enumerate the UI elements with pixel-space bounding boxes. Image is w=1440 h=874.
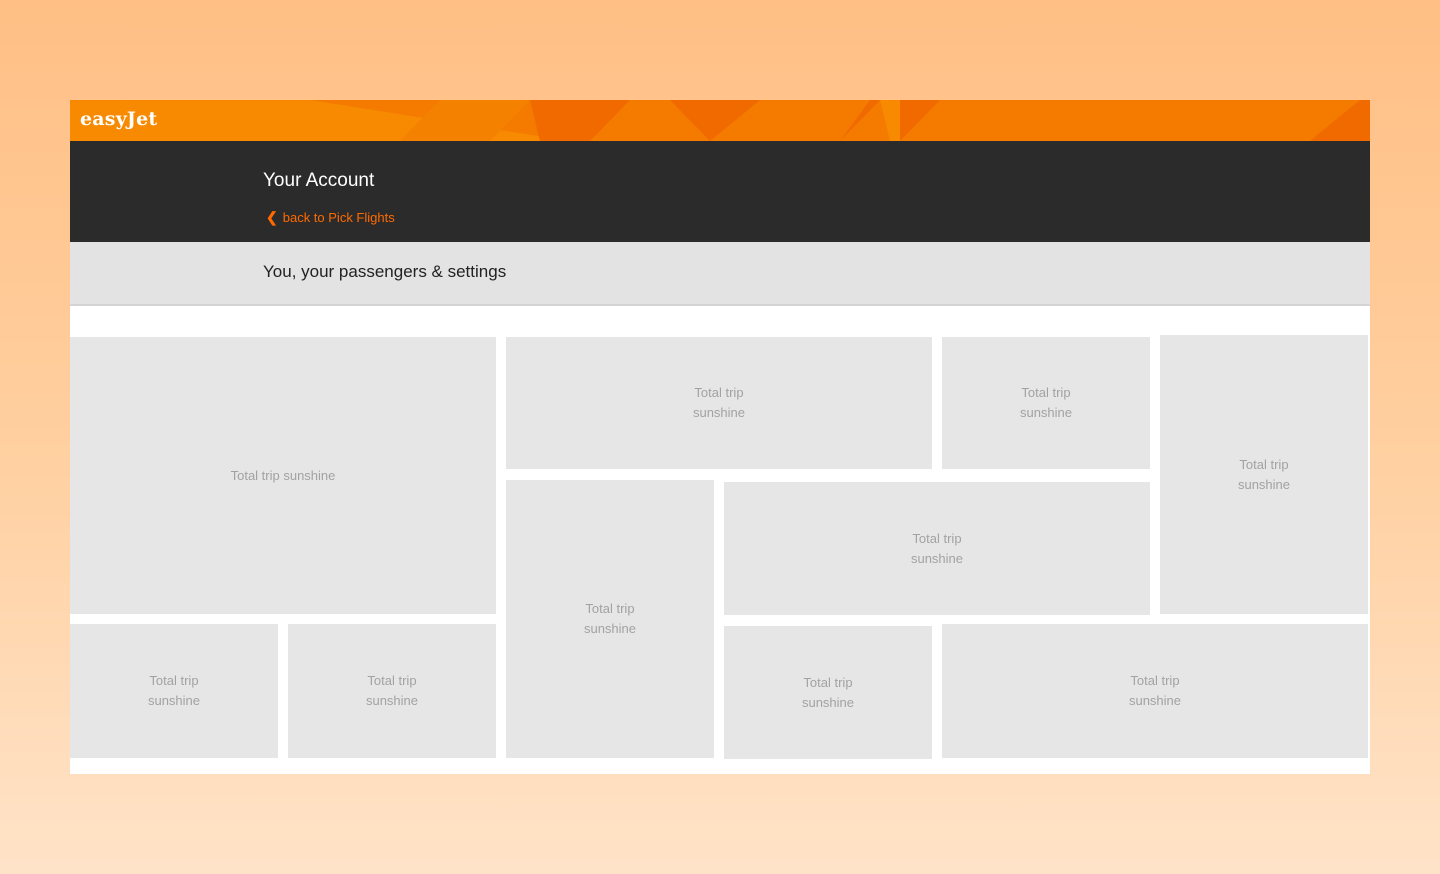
- tile-label: Total trip sunshine: [1019, 385, 1073, 420]
- tile[interactable]: Total trip sunshine: [942, 624, 1368, 758]
- tile[interactable]: Total trip sunshine: [724, 626, 932, 759]
- tile[interactable]: Total trip sunshine: [724, 482, 1150, 615]
- back-link[interactable]: ❮ back to Pick Flights: [266, 209, 395, 226]
- account-header: Your Account ❮ back to Pick Flights: [70, 141, 1370, 242]
- tile[interactable]: Total trip sunshine: [288, 624, 496, 758]
- tile[interactable]: Total trip sunshine: [506, 480, 714, 758]
- tile[interactable]: Total trip sunshine: [70, 337, 496, 614]
- easyjet-logo[interactable]: easyJet: [80, 108, 157, 130]
- tile-label: Total trip sunshine: [692, 385, 746, 420]
- section-header: You, your passengers & settings: [70, 242, 1370, 306]
- tile-label: Total trip sunshine: [1128, 673, 1182, 708]
- tile-label: Total trip sunshine: [1237, 456, 1291, 492]
- brand-header: easyJet: [70, 100, 1370, 141]
- page-title: Your Account: [263, 170, 375, 191]
- tile-label: Total trip sunshine: [801, 674, 855, 710]
- tile[interactable]: Total trip sunshine: [70, 624, 278, 758]
- app-window: easyJet Your Account ❮ back to Pick Flig…: [70, 100, 1370, 774]
- header-pattern: [70, 100, 1370, 141]
- chevron-left-icon: ❮: [266, 209, 278, 225]
- tile-label: Total trip sunshine: [583, 601, 637, 636]
- tile-label: Total trip sunshine: [230, 467, 336, 483]
- tile[interactable]: Total trip sunshine: [506, 337, 932, 469]
- tile[interactable]: Total trip sunshine: [1160, 335, 1368, 614]
- tile-label: Total trip sunshine: [365, 673, 419, 708]
- tile-label: Total trip sunshine: [147, 673, 201, 708]
- tile-label: Total trip sunshine: [910, 530, 964, 566]
- tile[interactable]: Total trip sunshine: [942, 337, 1150, 469]
- back-link-label: back to Pick Flights: [282, 210, 395, 225]
- section-title: You, your passengers & settings: [263, 262, 507, 281]
